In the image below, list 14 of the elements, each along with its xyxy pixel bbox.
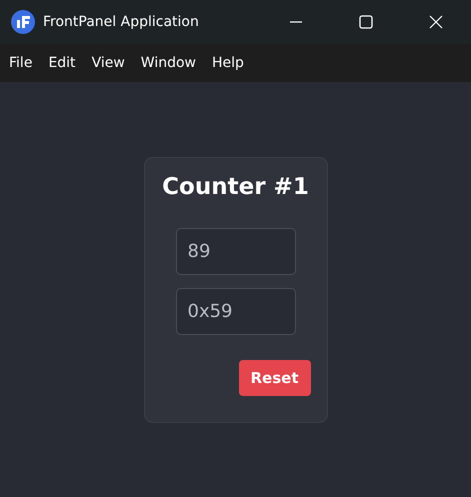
menu-item[interactable]: Edit: [48, 55, 76, 71]
menu-item[interactable]: Window: [140, 55, 196, 71]
reset-button[interactable]: Reset: [238, 360, 310, 396]
input-field[interactable]: 89: [176, 228, 296, 275]
input-field[interactable]: 0x59: [176, 288, 296, 335]
counter-title: Counter #1: [162, 174, 309, 200]
minimize-icon: [290, 21, 302, 23]
app-logo-icon: [11, 10, 35, 34]
menu-item[interactable]: View: [92, 55, 125, 71]
window-title: FrontPanel Application: [43, 14, 199, 30]
menu-item[interactable]: Help: [212, 55, 244, 71]
menu-item[interactable]: File: [9, 55, 32, 71]
maximize-icon: [358, 14, 374, 30]
close-icon: [428, 14, 444, 30]
